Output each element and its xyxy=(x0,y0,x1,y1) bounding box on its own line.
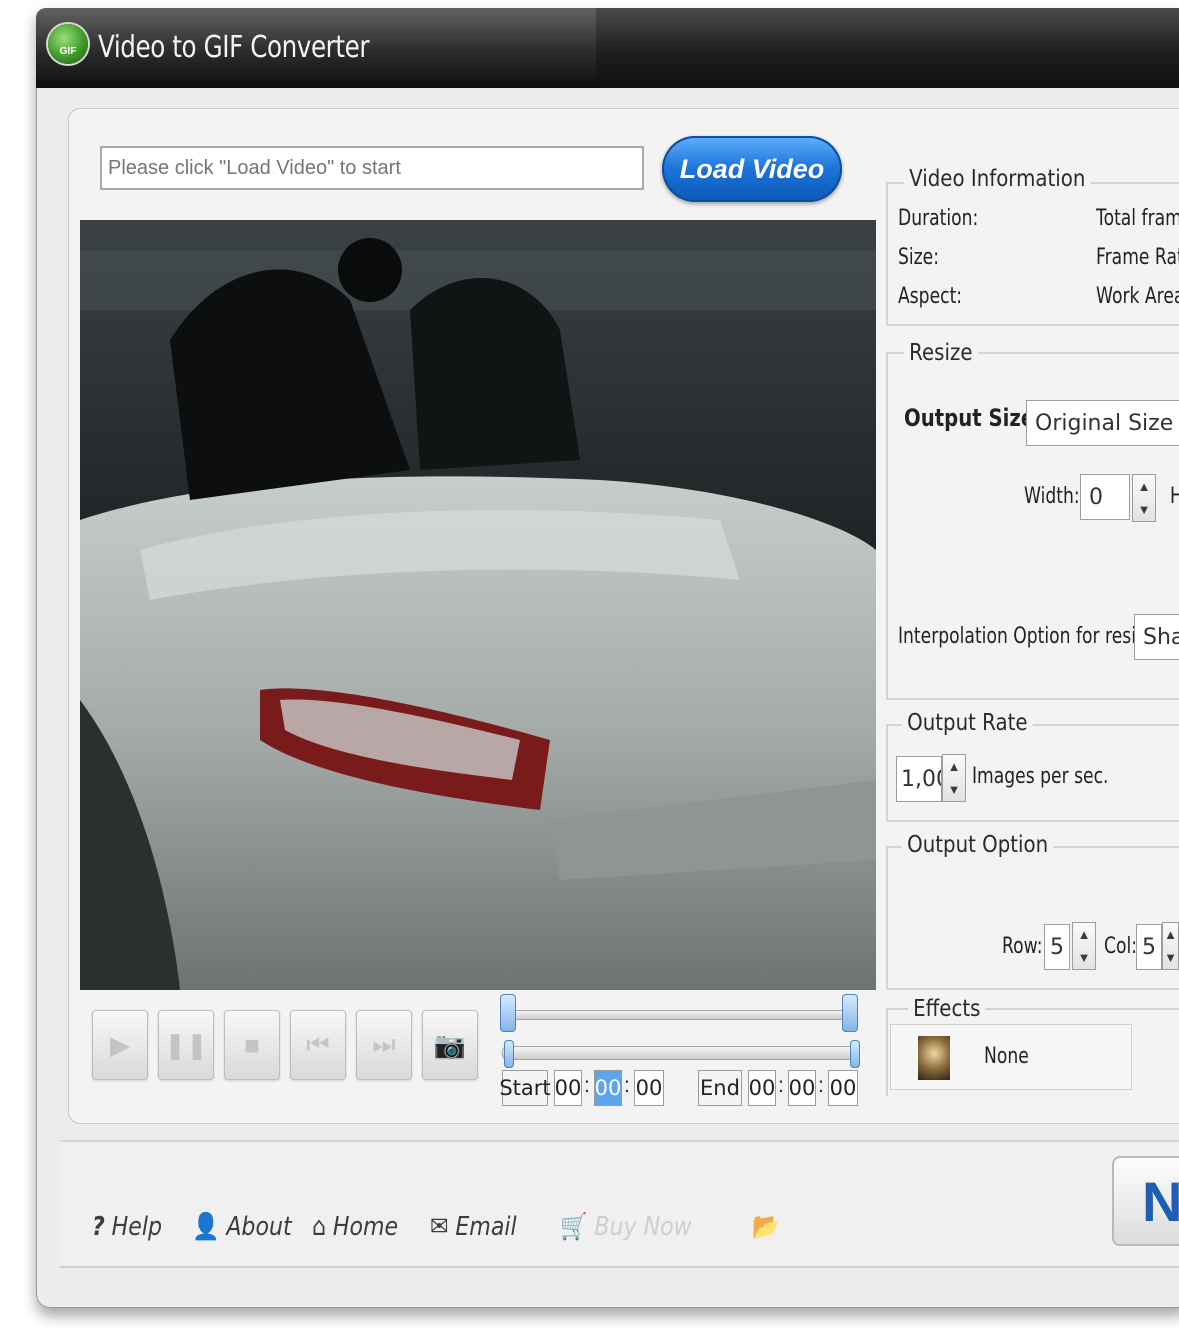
aspect-label: Aspect: xyxy=(898,284,963,309)
video-preview xyxy=(80,220,876,990)
start-time-label: Start xyxy=(499,1070,551,1106)
end-time-label: End xyxy=(698,1070,742,1106)
range-end-handle[interactable] xyxy=(842,994,858,1032)
next-frame-button[interactable]: ⏭ xyxy=(356,1010,412,1080)
frame-rate-label: Frame Rat xyxy=(1096,245,1179,270)
end-time-hours[interactable]: 00 xyxy=(748,1070,776,1106)
output-option-title: Output Option xyxy=(902,832,1054,858)
output-rate-input[interactable]: 1,00 xyxy=(896,756,942,802)
email-link[interactable]: ✉ Email xyxy=(430,1212,517,1242)
time-separator: : xyxy=(818,1074,824,1097)
title-bar[interactable]: GIF Video to GIF Converter xyxy=(36,8,1179,88)
end-time-seconds[interactable]: 00 xyxy=(828,1070,858,1106)
time-separator: : xyxy=(624,1074,630,1097)
snapshot-button[interactable]: 📷 xyxy=(422,1010,478,1080)
about-link[interactable]: 👤 About xyxy=(192,1212,292,1242)
start-time-minutes[interactable]: 00 xyxy=(594,1070,622,1106)
size-label: Size: xyxy=(898,245,940,270)
col-label: Col: xyxy=(1104,934,1138,959)
effect-thumbnail xyxy=(918,1036,950,1080)
help-label: Help xyxy=(111,1212,163,1242)
spin-down-icon: ▼ xyxy=(947,782,961,797)
home-icon: ⌂ xyxy=(312,1212,327,1242)
output-rate-title: Output Rate xyxy=(902,710,1033,736)
email-icon: ✉ xyxy=(430,1212,449,1242)
range-slider-track[interactable] xyxy=(502,1010,854,1020)
position-slider-track[interactable] xyxy=(502,1046,854,1060)
spin-down-icon: ▼ xyxy=(1164,950,1177,965)
snapshot-icon: 📷 xyxy=(433,1029,467,1060)
spin-up-icon: ▲ xyxy=(1137,479,1151,494)
position-end-marker xyxy=(850,1040,860,1068)
interpolation-select[interactable]: Shar xyxy=(1134,614,1179,660)
interpolation-label: Interpolation Option for resize: xyxy=(898,624,1162,649)
resize-title: Resize xyxy=(904,340,978,366)
total-frames-label: Total frame xyxy=(1096,206,1179,231)
output-rate-spinner[interactable]: ▲ ▼ xyxy=(942,754,966,802)
spin-down-icon: ▼ xyxy=(1137,502,1151,517)
previous-frame-button[interactable]: ⏮ xyxy=(290,1010,346,1080)
pause-button[interactable]: ❚❚ xyxy=(158,1010,214,1080)
output-rate-unit: Images per sec. xyxy=(972,764,1109,789)
range-start-handle[interactable] xyxy=(500,994,516,1032)
effects-title: Effects xyxy=(908,996,986,1022)
app-logo-text: GIF xyxy=(59,46,77,57)
stop-button[interactable]: ■ xyxy=(224,1010,280,1080)
help-icon: ? xyxy=(92,1212,105,1242)
height-label: H xyxy=(1170,484,1179,509)
play-icon: ▶ xyxy=(110,1029,130,1060)
col-spinner[interactable]: ▲ ▼ xyxy=(1162,922,1179,970)
time-separator: : xyxy=(778,1074,784,1097)
width-input[interactable]: 0 xyxy=(1080,474,1130,520)
start-time-hours[interactable]: 00 xyxy=(554,1070,582,1106)
load-video-label: Load Video xyxy=(679,153,825,184)
stop-icon: ■ xyxy=(244,1029,260,1060)
output-size-select[interactable]: Original Size xyxy=(1026,400,1179,446)
email-label: Email xyxy=(455,1212,517,1242)
about-icon: 👤 xyxy=(192,1212,220,1242)
load-video-button[interactable]: Load Video xyxy=(662,136,842,202)
app-logo-icon: GIF xyxy=(48,24,88,64)
video-frame-image xyxy=(80,220,876,990)
cart-icon: 🛒 xyxy=(560,1212,588,1242)
output-size-label: Output Size: xyxy=(904,404,1043,432)
spin-up-icon: ▲ xyxy=(947,759,961,774)
width-spinner[interactable]: ▲ ▼ xyxy=(1132,474,1156,522)
row-label: Row: xyxy=(1002,934,1043,959)
row-spinner[interactable]: ▲ ▼ xyxy=(1072,922,1096,970)
end-time-minutes[interactable]: 00 xyxy=(788,1070,816,1106)
folder-icon: 📂 xyxy=(752,1212,780,1242)
help-link[interactable]: ? Help xyxy=(92,1212,162,1242)
effect-name: None xyxy=(984,1044,1029,1069)
next-frame-icon: ⏭ xyxy=(372,1029,396,1059)
video-path-input[interactable] xyxy=(100,146,644,190)
previous-frame-icon: ⏮ xyxy=(306,1029,330,1059)
row-input[interactable]: 5 xyxy=(1044,924,1070,970)
width-label: Width: xyxy=(1024,484,1080,509)
window-title: Video to GIF Converter xyxy=(98,30,370,65)
spin-up-icon: ▲ xyxy=(1077,927,1091,942)
play-button[interactable]: ▶ xyxy=(92,1010,148,1080)
spin-down-icon: ▼ xyxy=(1077,950,1091,965)
position-handle[interactable] xyxy=(504,1040,514,1068)
duration-label: Duration: xyxy=(898,206,979,231)
col-input[interactable]: 5 xyxy=(1136,924,1162,970)
home-label: Home xyxy=(332,1212,399,1242)
spin-up-icon: ▲ xyxy=(1164,927,1177,942)
footer-bar xyxy=(60,1140,1179,1268)
home-link[interactable]: ⌂ Home xyxy=(312,1212,398,1242)
work-area-label: Work Area xyxy=(1096,284,1179,309)
video-info-title: Video Information xyxy=(904,166,1091,192)
about-label: About xyxy=(226,1212,292,1242)
pause-icon: ❚❚ xyxy=(164,1029,208,1060)
start-time-seconds[interactable]: 00 xyxy=(634,1070,664,1106)
time-separator: : xyxy=(584,1074,590,1097)
open-folder-link[interactable]: 📂 xyxy=(752,1212,780,1242)
next-button[interactable]: N xyxy=(1112,1156,1179,1246)
buy-now-label: Buy Now xyxy=(594,1212,692,1242)
next-label: N xyxy=(1142,1169,1179,1233)
buy-now-link[interactable]: 🛒 Buy Now xyxy=(560,1212,692,1242)
